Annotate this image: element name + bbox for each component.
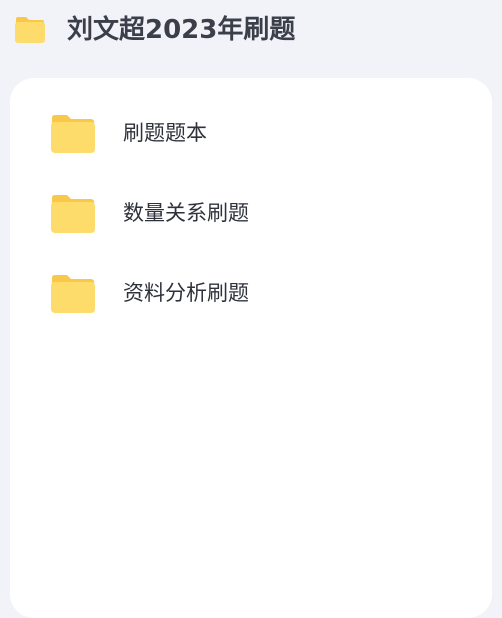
folder-icon	[50, 114, 96, 154]
page-title: 刘文超2023年刷题	[67, 15, 296, 45]
folder-icon	[50, 194, 96, 234]
folder-label: 资料分析刷题	[123, 281, 249, 305]
folder-icon	[14, 16, 46, 44]
folder-label: 刷题题本	[123, 121, 207, 145]
folder-item-ziliao-fenxi[interactable]: 资料分析刷题	[50, 274, 470, 320]
folder-list-card: 刷题题本 数量关系刷题 资料分析刷题	[10, 78, 492, 618]
folder-item-shuliang-guanxi[interactable]: 数量关系刷题	[50, 194, 470, 240]
folder-item-shuati-tiben[interactable]: 刷题题本	[50, 114, 470, 160]
folder-label: 数量关系刷题	[123, 201, 249, 225]
page-header: 刘文超2023年刷题	[0, 0, 502, 62]
folder-icon	[50, 274, 96, 314]
